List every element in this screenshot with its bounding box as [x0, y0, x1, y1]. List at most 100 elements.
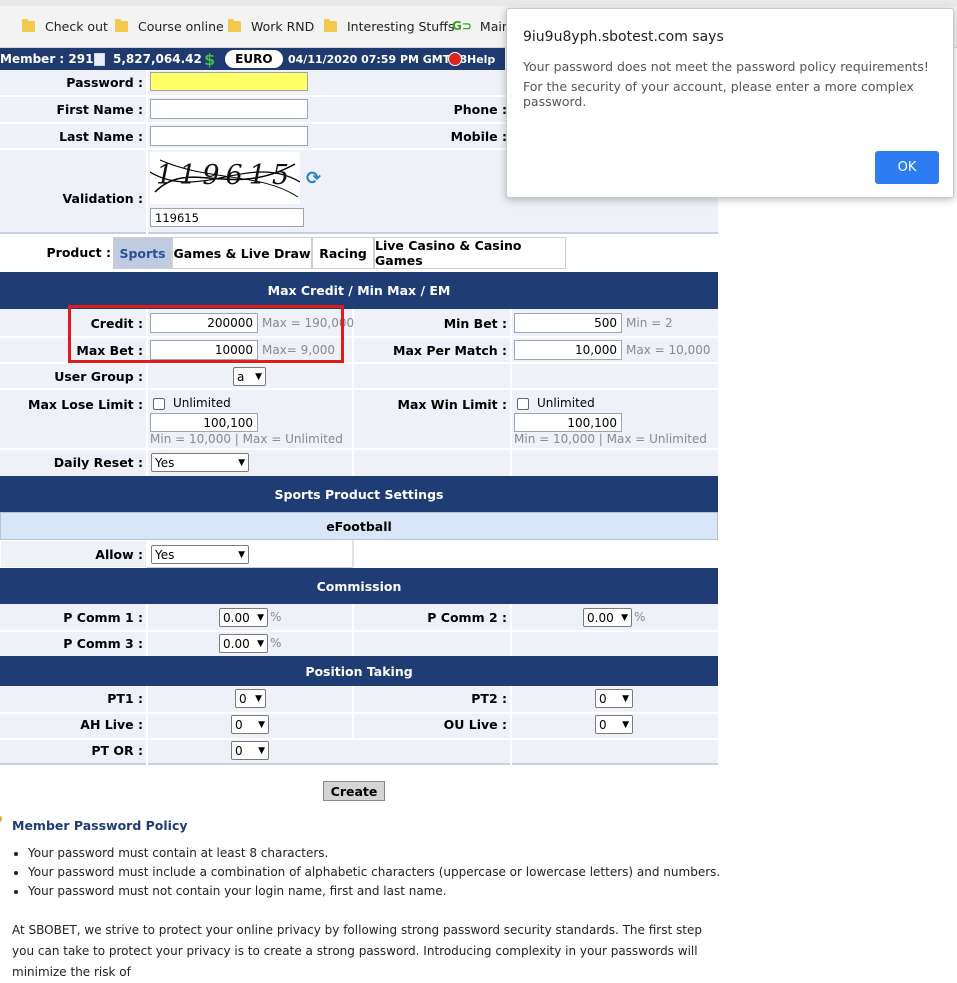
chevron-down-icon: ▼ [255, 371, 262, 382]
daily-reset-label: Daily Reset : [53, 455, 143, 470]
validation-label: Validation : [62, 191, 143, 206]
max-win-input[interactable]: 100,100 [514, 413, 622, 432]
help-icon [448, 52, 462, 66]
product-label: Product : [46, 245, 112, 260]
ok-button[interactable]: OK [875, 151, 939, 184]
last-name-input[interactable] [150, 126, 308, 146]
dialog-message-line2: For the security of your account, please… [523, 79, 914, 109]
percent-unit: % [270, 610, 282, 624]
pt1-label: PT1 : [107, 691, 143, 706]
sports-settings-header: Sports Product Settings [0, 476, 718, 512]
policy-item: Your password must include a combination… [28, 865, 720, 879]
tab-sports[interactable]: Sports [113, 237, 172, 269]
bookmark-check-out[interactable]: Check out [22, 17, 108, 35]
bookmark-work-rnd[interactable]: Work RND [228, 17, 314, 35]
tab-games-live-draw[interactable]: Games & Live Draw [172, 237, 312, 269]
refresh-icon[interactable]: ⟳ [306, 168, 321, 189]
captcha-text: 119615 [156, 160, 296, 191]
pt2-select[interactable]: 0 ▼ [595, 689, 633, 708]
min-bet-label: Min Bet : [443, 316, 507, 331]
max-win-unlimited[interactable]: Unlimited [517, 396, 595, 410]
create-button[interactable]: Create [323, 781, 385, 801]
bookmark-course-online[interactable]: Course online [115, 17, 224, 35]
chevron-down-icon: ▼ [622, 719, 629, 730]
chevron-down-icon: ▼ [258, 719, 265, 730]
position-taking-header: Position Taking [0, 656, 718, 686]
mobile-label: Mobile : [450, 129, 507, 144]
tab-racing[interactable]: Racing [312, 237, 374, 269]
p-comm-3-select[interactable]: 0.00 ▼ [219, 634, 268, 653]
percent-unit: % [634, 610, 646, 624]
percent-unit: % [270, 636, 282, 650]
allow-label: Allow : [95, 547, 143, 562]
max-lose-label: Max Lose Limit : [28, 397, 143, 412]
pt1-select[interactable]: 0 ▼ [235, 689, 266, 708]
password-input[interactable] [150, 72, 308, 91]
folder-icon [115, 18, 128, 32]
chevron-down-icon: ▼ [258, 745, 265, 756]
chevron-down-icon: ▼ [622, 693, 629, 704]
tab-strip-edge [0, 0, 957, 6]
member-count: Member : 291 [0, 52, 94, 66]
max-lose-unlimited[interactable]: Unlimited [153, 396, 231, 410]
policy-item: Your password must contain at least 8 ch… [28, 846, 720, 860]
phone-label: Phone : [453, 102, 507, 117]
max-per-match-input[interactable]: 10,000 [514, 340, 622, 360]
max-per-match-hint: Max = 10,000 [626, 343, 711, 357]
pt-or-select[interactable]: 0 ▼ [231, 741, 269, 760]
ah-live-select[interactable]: 0 ▼ [231, 715, 269, 734]
max-lose-input[interactable]: 100,100 [150, 413, 258, 432]
allow-select[interactable]: Yes ▼ [151, 545, 249, 564]
min-bet-input[interactable]: 500 [514, 313, 622, 333]
p-comm-3-label: P Comm 3 : [63, 636, 143, 651]
p-comm-1-select[interactable]: 0.00 ▼ [219, 608, 268, 627]
help-link[interactable]: Help [448, 48, 495, 70]
user-group-label: User Group : [54, 369, 143, 384]
p-comm-2-label: P Comm 2 : [427, 610, 507, 625]
p-comm-2-select[interactable]: 0.00 ▼ [583, 608, 632, 627]
checkbox-icon[interactable] [517, 397, 529, 410]
balance: 5,827,064.42 [94, 48, 202, 70]
checkbox-icon[interactable] [153, 397, 165, 410]
pt2-label: PT2 : [471, 691, 507, 706]
ah-live-label: AH Live : [80, 717, 143, 732]
user-group-select[interactable]: a ▼ [233, 367, 266, 386]
ou-live-select[interactable]: 0 ▼ [595, 715, 633, 734]
dialog-message-line1: Your password does not meet the password… [523, 59, 929, 74]
dollar-icon: $ [204, 49, 216, 69]
commission-header: Commission [0, 568, 718, 604]
first-name-label: First Name : [56, 102, 143, 117]
captcha-image: 119615 [150, 152, 300, 204]
chevron-down-icon: ▼ [257, 612, 264, 623]
bookmark-main[interactable]: G⊃ Main [452, 17, 510, 35]
captcha-input[interactable]: 119615 [150, 208, 304, 227]
max-credit-header: Max Credit / Min Max / EM [0, 272, 718, 309]
policy-item: Your password must not contain your logi… [28, 884, 720, 898]
currency: $ EURO [204, 48, 283, 70]
policy-paragraph: At SBOBET, we strive to protect your onl… [12, 923, 702, 979]
ou-live-label: OU Live : [443, 717, 507, 732]
tab-live-casino[interactable]: Live Casino & Casino Games [374, 237, 566, 269]
last-name-label: Last Name : [59, 129, 143, 144]
chevron-down-icon: ▼ [238, 457, 245, 468]
account-status-bar: Member : 291 5,827,064.42 $ EURO 04/11/20… [0, 48, 505, 70]
folder-icon [22, 18, 35, 32]
max-per-match-label: Max Per Match : [393, 343, 507, 358]
chevron-down-icon: ▼ [621, 612, 628, 623]
calculator-icon [94, 52, 105, 66]
alert-dialog: 9iu9u8yph.sbotest.com says Your password… [506, 8, 954, 198]
p-comm-1-label: P Comm 1 : [63, 610, 143, 625]
policy-title: Member Password Policy [12, 818, 188, 833]
folder-icon [324, 18, 337, 32]
policy-list: Your password must contain at least 8 ch… [0, 846, 720, 903]
allow-empty-cell [352, 540, 718, 568]
chevron-down-icon: ▼ [255, 693, 262, 704]
dialog-title: 9iu9u8yph.sbotest.com says [523, 29, 724, 45]
first-name-input[interactable] [150, 99, 308, 119]
folder-icon [228, 18, 241, 32]
efootball-subheader: eFootball [0, 512, 718, 540]
go-icon: G⊃ [452, 19, 472, 33]
bookmark-interesting-stuffs[interactable]: Interesting Stuffs [324, 17, 454, 35]
daily-reset-select[interactable]: Yes ▼ [151, 453, 249, 472]
chevron-down-icon: ▼ [238, 549, 245, 560]
